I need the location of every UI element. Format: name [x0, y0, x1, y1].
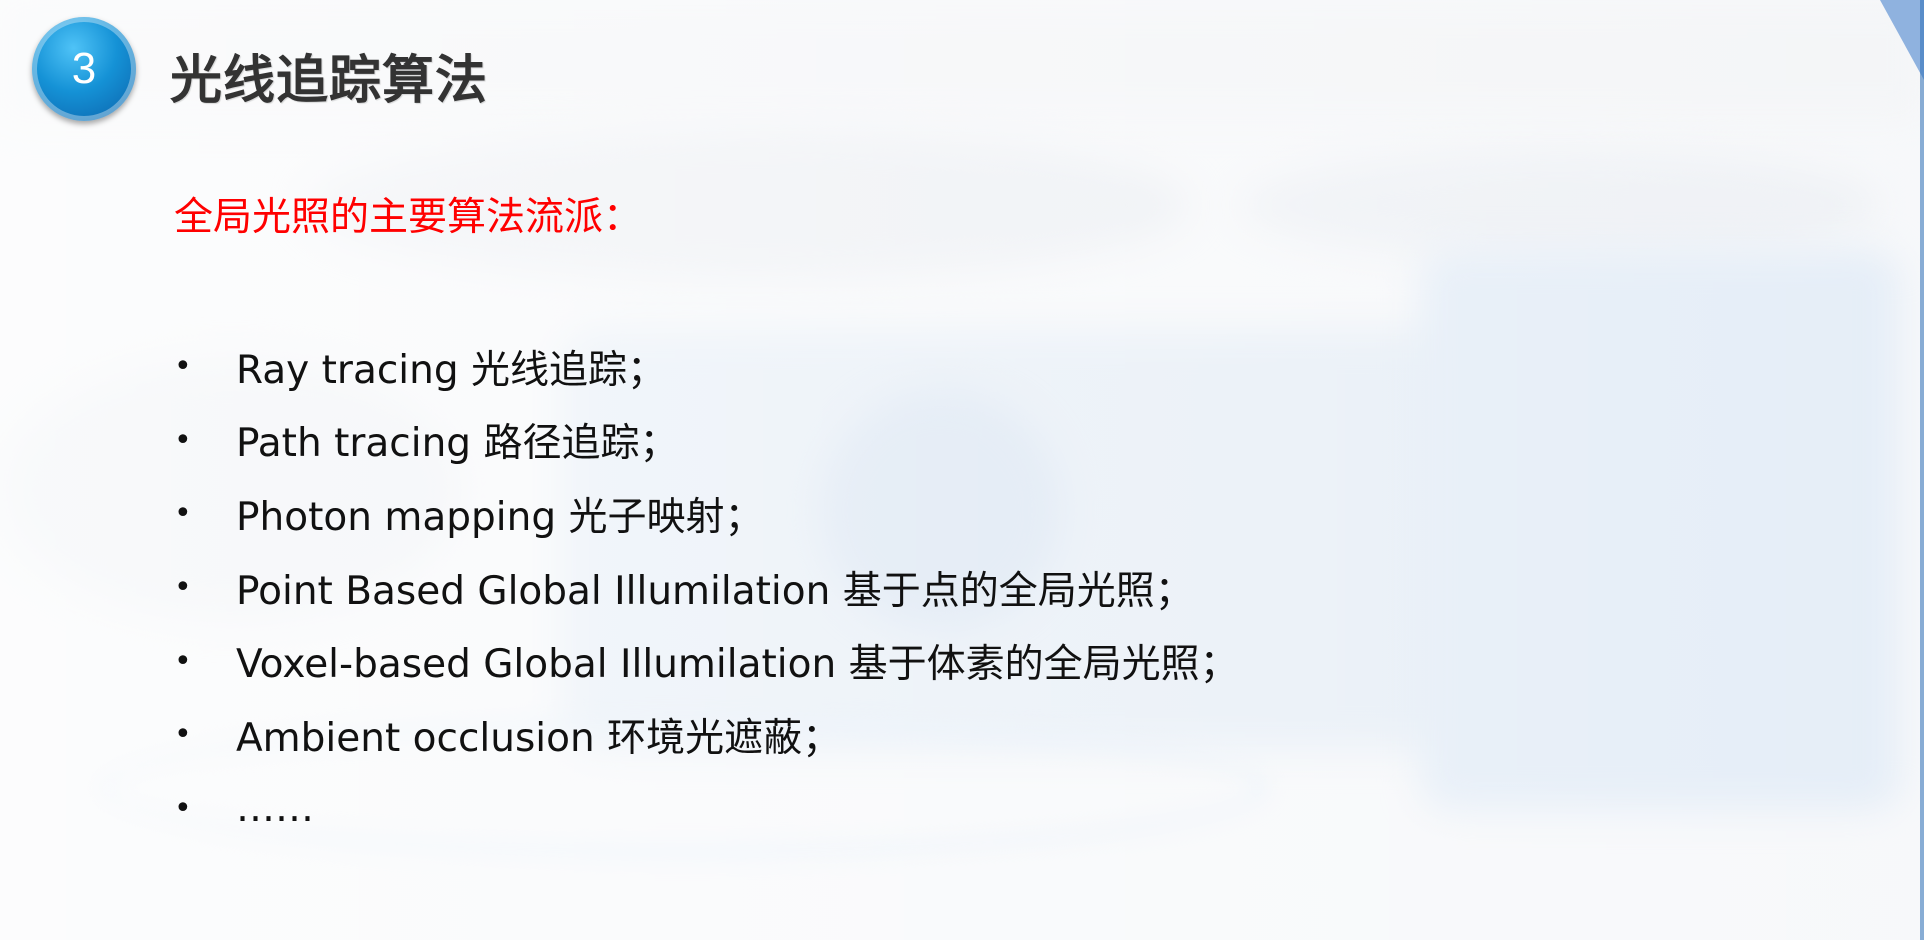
list-item-text: …… [236, 785, 314, 831]
list-item: • Voxel-based Global Illumilation 基于体素的全… [174, 624, 1239, 698]
slide-subtitle: 全局光照的主要算法流派： [174, 195, 643, 240]
edge-decoration [1920, 0, 1924, 940]
list-item: • Point Based Global Illumilation 基于点的全局… [174, 551, 1239, 625]
bullet-dot: • [174, 717, 192, 753]
bullet-dot: • [174, 790, 192, 826]
list-item: • …… [174, 772, 1239, 846]
bullet-dot: • [174, 422, 192, 458]
bullet-dot: • [174, 349, 192, 385]
bullet-dot: • [174, 570, 192, 606]
list-item-text: Point Based Global Illumilation 基于点的全局光照… [236, 568, 1194, 614]
list-item: • Ray tracing 光线追踪； [174, 330, 1239, 404]
list-item-text: Ray tracing 光线追踪； [236, 347, 666, 393]
list-item-text: Photon mapping 光子映射； [236, 494, 764, 540]
list-item: • Ambient occlusion 环境光遮蔽； [174, 698, 1239, 772]
corner-decoration [1880, 0, 1924, 80]
list-item: • Photon mapping 光子映射； [174, 477, 1239, 551]
bullet-dot: • [174, 643, 192, 679]
section-number: 3 [71, 44, 97, 93]
slide-title: 光线追踪算法 [170, 51, 489, 111]
bullet-list: • Ray tracing 光线追踪； • Path tracing 路径追踪；… [174, 330, 1239, 845]
bullet-dot: • [174, 496, 192, 532]
list-item-text: Ambient occlusion 环境光遮蔽； [236, 715, 842, 761]
section-number-badge: 3 [32, 17, 136, 121]
list-item-text: Voxel-based Global Illumilation 基于体素的全局光… [236, 642, 1239, 688]
list-item-text: Path tracing 路径追踪； [236, 421, 679, 467]
list-item: • Path tracing 路径追踪； [174, 404, 1239, 478]
